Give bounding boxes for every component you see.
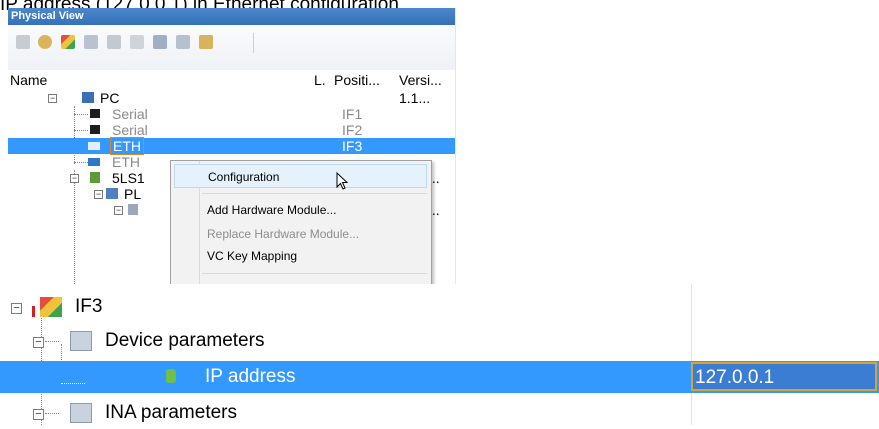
mouse-cursor-icon xyxy=(336,172,349,190)
pc-icon xyxy=(82,92,94,103)
tree-row-pc[interactable]: − PC 1.1... xyxy=(8,90,455,106)
row-position: IF2 xyxy=(342,122,363,138)
menu-item-configuration[interactable]: Configuration xyxy=(174,164,427,188)
serial-port-icon xyxy=(90,125,100,134)
menu-item-add-hardware-module[interactable]: Add Hardware Module... xyxy=(174,198,427,222)
tree-row-serial[interactable]: Serial IF1 xyxy=(8,106,455,122)
hardware-icon[interactable] xyxy=(107,35,121,49)
row-version: 1.1... xyxy=(399,90,431,106)
find-icon[interactable] xyxy=(153,35,167,49)
collapse-toggle[interactable]: − xyxy=(114,206,123,215)
row-position: IF3 xyxy=(342,138,363,154)
column-l[interactable]: L. xyxy=(314,70,326,90)
hierarchy-icon[interactable] xyxy=(84,35,98,49)
menu-item-replace-hardware-module[interactable]: Replace Hardware Module... xyxy=(174,222,427,246)
config-row-if3[interactable]: − IF3 xyxy=(0,291,879,323)
parameter-value-icon xyxy=(166,369,176,383)
row-label: Device parameters xyxy=(105,330,265,351)
collapse-toggle[interactable]: − xyxy=(33,337,44,348)
row-name: PC xyxy=(100,90,120,106)
search-icon[interactable] xyxy=(38,35,52,49)
row-name: Serial xyxy=(112,106,148,122)
menu-item-vc-key-mapping[interactable]: VC Key Mapping xyxy=(174,244,427,268)
plc-icon xyxy=(106,188,118,199)
document-icon[interactable] xyxy=(130,35,144,49)
row-name: ETH xyxy=(112,154,140,170)
module-icon[interactable] xyxy=(176,35,190,49)
row-name: PL xyxy=(124,186,142,202)
context-menu: Configuration Add Hardware Module... Rep… xyxy=(170,160,432,292)
ip-address-value[interactable]: 127.0.0.1 xyxy=(691,362,877,391)
collapse-toggle[interactable]: − xyxy=(33,409,44,420)
row-label: INA parameters xyxy=(105,402,237,423)
collapse-toggle[interactable]: − xyxy=(11,303,22,314)
row-position: IF1 xyxy=(342,106,363,122)
panel-title: Physical View xyxy=(8,8,455,25)
ethernet-icon xyxy=(88,142,100,150)
menu-separator xyxy=(202,273,427,274)
module-icon xyxy=(90,172,100,183)
tree-line xyxy=(45,413,59,414)
column-position[interactable]: Positi... xyxy=(334,70,380,90)
tree-line xyxy=(74,114,88,115)
row-name: 5LS1 xyxy=(112,170,145,186)
tree-line xyxy=(74,130,88,131)
column-header: Name L. Positi... Versi... xyxy=(8,70,455,90)
colored-blocks-icon[interactable] xyxy=(61,35,75,49)
child-module-icon xyxy=(128,204,138,215)
page-icon[interactable] xyxy=(16,35,30,49)
tree-line xyxy=(45,341,59,342)
parameters-icon xyxy=(70,403,92,423)
collapse-toggle[interactable]: − xyxy=(70,174,79,183)
interface-icon xyxy=(40,297,62,317)
tree-line xyxy=(61,383,85,384)
collapse-toggle[interactable]: − xyxy=(94,190,103,199)
column-version[interactable]: Versi... xyxy=(399,70,442,90)
row-name: Serial xyxy=(112,122,148,138)
config-row-device-parameters[interactable]: − Device parameters xyxy=(0,325,879,357)
toolbar-separator xyxy=(253,33,254,53)
column-name[interactable]: Name xyxy=(10,70,47,90)
tree-row-serial[interactable]: Serial IF2 xyxy=(8,122,455,138)
collapse-toggle[interactable]: − xyxy=(48,94,57,103)
menu-separator xyxy=(202,193,427,194)
row-name: ETH xyxy=(110,137,144,155)
row-label: IF3 xyxy=(75,296,103,317)
tree-row-eth-selected[interactable]: ETH IF3 xyxy=(8,137,455,155)
parameters-icon xyxy=(70,331,92,351)
ethernet-icon xyxy=(88,158,100,166)
row-label: IP address xyxy=(205,366,296,387)
config-row-ip-address[interactable]: IP address 127.0.0.1 xyxy=(0,361,879,393)
error-icon xyxy=(32,306,35,317)
serial-port-icon xyxy=(90,109,100,118)
tools-icon[interactable] xyxy=(199,35,213,49)
toolbar xyxy=(8,25,455,70)
configuration-panel: − IF3 − Device parameters IP address 127… xyxy=(0,284,879,425)
config-row-ina-parameters[interactable]: − INA parameters xyxy=(0,397,879,429)
tree-line xyxy=(74,162,88,163)
